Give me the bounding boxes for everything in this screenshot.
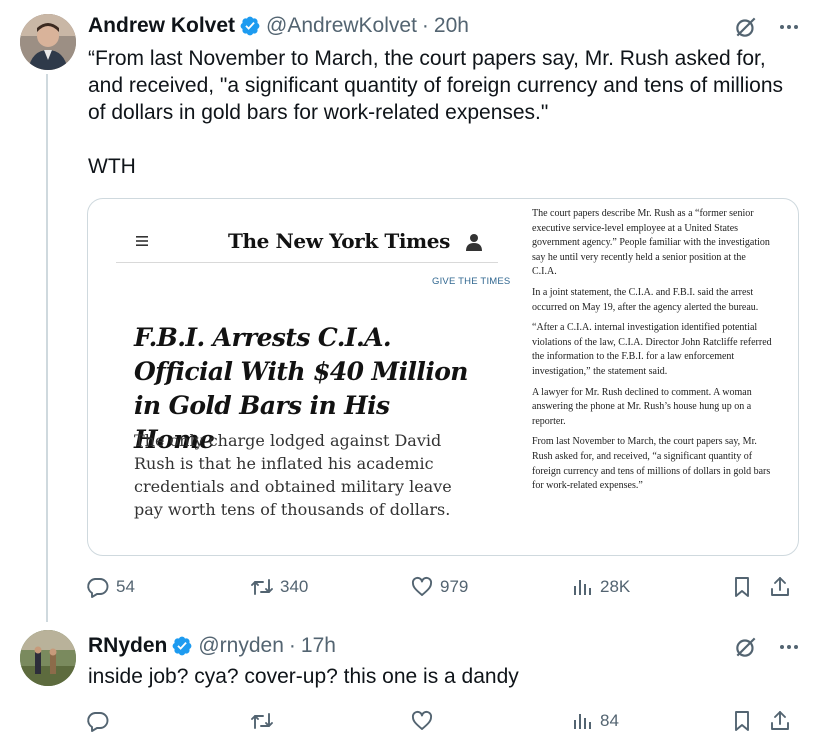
article-summary: The only charge lodged against David Rus… <box>134 431 452 519</box>
reply-icon <box>87 712 109 732</box>
bookmark-button[interactable] <box>730 572 760 602</box>
media-image[interactable]: The New York Times GIVE THE TIMES F.B.I.… <box>87 198 799 556</box>
tweet-header: RNyden @rnyden · 17h <box>88 633 336 659</box>
tweet-text: inside job? cya? cover-up? this one is a… <box>88 665 519 688</box>
article-paragraph: A lawyer for Mr. Rush declined to commen… <box>532 386 752 427</box>
tweet-actions: 54 340 979 28K <box>86 572 800 602</box>
author-name[interactable]: Andrew Kolvet <box>88 14 235 38</box>
thread-connector <box>46 74 48 622</box>
more-icon[interactable] <box>777 15 801 39</box>
like-icon <box>411 710 433 730</box>
article-paragraph: “After a C.I.A. internal investigation i… <box>532 322 772 377</box>
avatar[interactable] <box>20 14 76 70</box>
grok-icon[interactable] <box>733 634 759 660</box>
like-button[interactable]: 979 <box>410 572 468 602</box>
views-count: 84 <box>600 711 619 730</box>
views-button[interactable]: 84 <box>570 706 619 736</box>
retweet-button[interactable] <box>250 706 280 736</box>
user-icon <box>466 234 482 251</box>
separator: · <box>421 14 429 37</box>
like-count: 979 <box>440 577 469 596</box>
timestamp[interactable]: 20h <box>434 14 469 38</box>
share-button[interactable] <box>768 706 798 736</box>
verified-icon <box>240 16 260 36</box>
retweet-icon <box>251 713 273 729</box>
like-button[interactable] <box>410 706 440 736</box>
separator: · <box>288 634 296 657</box>
verified-icon <box>172 636 192 656</box>
bookmark-icon <box>735 577 749 597</box>
reply-button[interactable] <box>86 706 116 736</box>
share-icon <box>771 577 789 596</box>
tweet-header: Andrew Kolvet @AndrewKolvet · 20h <box>88 13 469 39</box>
more-icon[interactable] <box>777 635 801 659</box>
reply-icon <box>87 578 109 598</box>
author-name[interactable]: RNyden <box>88 634 167 658</box>
bookmark-icon <box>735 711 749 731</box>
author-handle[interactable]: @rnyden <box>198 634 284 658</box>
tweet-top-actions <box>733 634 801 660</box>
article-body: The court papers describe Mr. Rush as a … <box>532 207 772 500</box>
retweet-button[interactable]: 340 <box>250 572 308 602</box>
article-paragraph: In a joint statement, the C.I.A. and F.B… <box>532 286 759 313</box>
reply-count: 54 <box>116 577 135 596</box>
article-paragraph: The court papers describe Mr. Rush as a … <box>532 208 770 278</box>
views-icon <box>574 714 591 729</box>
reply-button[interactable]: 54 <box>86 572 135 602</box>
views-icon <box>574 580 591 595</box>
give-the-times: GIVE THE TIMES <box>432 276 511 287</box>
views-count: 28K <box>600 577 631 596</box>
menu-icon <box>136 236 148 246</box>
avatar[interactable] <box>20 630 76 686</box>
timestamp[interactable]: 17h <box>301 634 336 658</box>
tweet-top-actions <box>733 14 801 40</box>
nyt-logo: The New York Times <box>228 229 450 253</box>
like-icon <box>411 576 433 596</box>
bookmark-button[interactable] <box>730 706 760 736</box>
retweet-icon <box>251 579 273 595</box>
tweet-actions: 84 <box>86 706 800 736</box>
tweet-text: “From last November to March, the court … <box>88 47 783 178</box>
share-button[interactable] <box>768 572 798 602</box>
share-icon <box>771 711 789 730</box>
nyt-header: The New York Times <box>116 227 498 263</box>
views-button[interactable]: 28K <box>570 572 630 602</box>
retweet-count: 340 <box>280 577 309 596</box>
article-paragraph: From last November to March, the court p… <box>532 436 771 492</box>
author-handle[interactable]: @AndrewKolvet <box>266 14 417 38</box>
grok-icon[interactable] <box>733 14 759 40</box>
